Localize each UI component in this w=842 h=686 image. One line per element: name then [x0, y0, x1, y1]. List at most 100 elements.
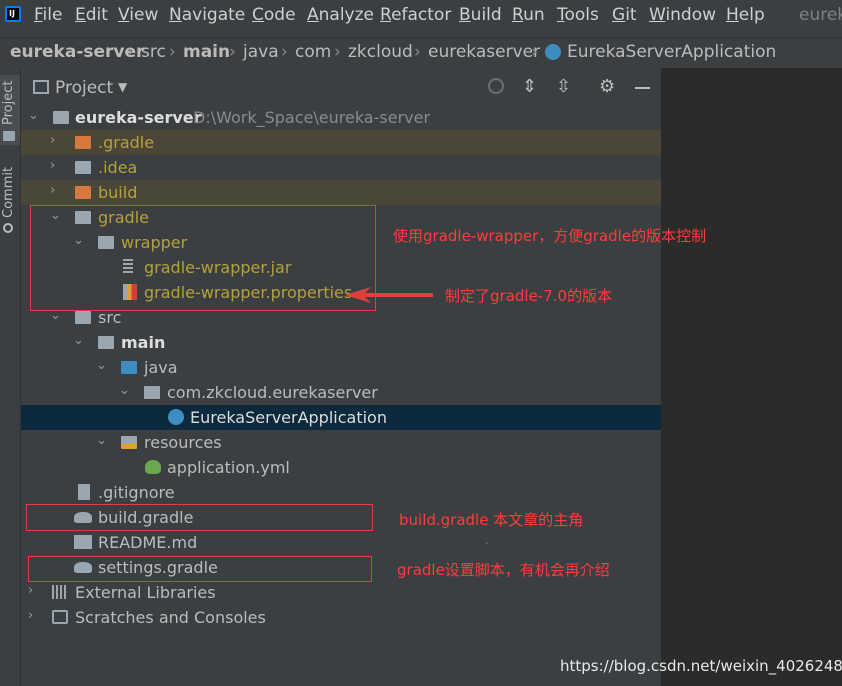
tool-window-strip: [0, 68, 21, 686]
libraries-icon: [52, 585, 68, 599]
tree-item[interactable]: .gitignore: [21, 480, 661, 505]
tree-item[interactable]: ⌄ com.zkcloud.eurekaserver: [21, 380, 661, 405]
tree-item[interactable]: › build: [21, 180, 661, 205]
minimize-icon[interactable]: [635, 87, 650, 89]
annotation-arrow: [345, 287, 433, 303]
menu-view[interactable]: View: [118, 5, 158, 25]
menu-navigate[interactable]: Navigate: [169, 5, 245, 25]
chevron-right-icon[interactable]: ›: [50, 158, 55, 173]
project-tab-label[interactable]: Project: [1, 81, 16, 125]
window-title: eurek: [799, 5, 842, 25]
intellij-logo-icon: IJ: [5, 6, 21, 22]
annotation-settings-note: gradle设置脚本，有机会再介绍: [397, 561, 610, 579]
annotation-version-note: 制定了gradle-7.0的版本: [445, 287, 613, 305]
chevron-right-icon[interactable]: ›: [28, 583, 33, 598]
root-name: eureka-server: [75, 108, 202, 127]
commit-tab-label[interactable]: Commit: [1, 167, 16, 218]
tree-item-label: main: [121, 333, 166, 352]
breadcrumb-separator: ›: [229, 42, 236, 62]
annotation-box-gradle: [30, 205, 376, 311]
tree-item-label: build: [98, 183, 138, 202]
tree-item[interactable]: › .idea: [21, 155, 661, 180]
menu-analyze[interactable]: Analyze: [307, 5, 374, 25]
panel-title[interactable]: Project: [55, 78, 113, 98]
breadcrumb-item-project[interactable]: eureka-server: [10, 42, 144, 62]
tree-item-label: External Libraries: [75, 583, 216, 602]
tree-item-label: application.yml: [167, 458, 290, 477]
chevron-right-icon[interactable]: ›: [28, 608, 33, 623]
menu-code[interactable]: Code: [252, 5, 296, 25]
breadcrumb-item-com[interactable]: com: [295, 42, 331, 62]
folder-icon: [3, 131, 15, 141]
tree-item[interactable]: › Scratches and Consoles: [21, 605, 661, 630]
annotation-box-settings-gradle: [28, 556, 372, 582]
tree-item-label: EurekaServerApplication: [190, 408, 387, 427]
menu-help[interactable]: Help: [726, 5, 765, 25]
gitignore-file-icon: [78, 484, 90, 500]
tree-item[interactable]: ⌄ resources: [21, 430, 661, 455]
breadcrumb-item-zkcloud[interactable]: zkcloud: [348, 42, 413, 62]
chevron-down-icon[interactable]: ⌄: [28, 108, 39, 123]
tree-item-label: .gitignore: [98, 483, 175, 502]
tree-item[interactable]: › .gradle: [21, 130, 661, 155]
chevron-right-icon[interactable]: ›: [50, 133, 55, 148]
tree-item[interactable]: › External Libraries: [21, 580, 661, 605]
breadcrumb-separator: ›: [169, 42, 176, 62]
breadcrumb-item-eurekaserver[interactable]: eurekaserver: [428, 42, 540, 62]
tree-root[interactable]: ⌄ eureka-server D:\Work_Space\eureka-ser…: [21, 105, 661, 130]
spring-class-icon: [168, 409, 184, 425]
gear-icon[interactable]: ⚙: [599, 76, 615, 97]
markdown-file-icon: [74, 535, 92, 549]
chevron-down-icon[interactable]: ⌄: [119, 383, 130, 398]
tree-item-selected[interactable]: EurekaServerApplication: [21, 405, 661, 430]
tree-item[interactable]: ⌄ main: [21, 330, 661, 355]
tree-item-label: com.zkcloud.eurekaserver: [167, 383, 378, 402]
tree-item-label: Scratches and Consoles: [75, 608, 266, 627]
folder-icon: [75, 161, 91, 174]
breadcrumb-item-src[interactable]: src: [141, 42, 166, 62]
breadcrumb-item-java[interactable]: java: [243, 42, 279, 62]
breadcrumb-separator: ›: [414, 42, 421, 62]
breadcrumb-item-class[interactable]: EurekaServerApplication: [567, 42, 776, 62]
menu-edit[interactable]: Edit: [75, 5, 108, 25]
excluded-folder-icon: [75, 186, 91, 199]
chevron-down-icon[interactable]: ⌄: [96, 358, 107, 373]
annotation-build-note: build.gradle 本文章的主角: [399, 511, 584, 529]
menu-refactor[interactable]: Refactor: [380, 5, 451, 25]
tree-item-label: .idea: [98, 158, 138, 177]
menu-git[interactable]: Git: [612, 5, 637, 25]
locate-icon[interactable]: [488, 78, 504, 94]
menu-window[interactable]: Window: [649, 5, 716, 25]
editor-area: [661, 68, 842, 686]
collapse-all-icon[interactable]: ⇳: [556, 76, 571, 97]
chevron-down-icon[interactable]: ⌄: [73, 333, 84, 348]
menu-build[interactable]: Build: [459, 5, 502, 25]
project-view-icon: [33, 80, 49, 94]
breadcrumb-separator: ›: [531, 42, 538, 62]
menu-run[interactable]: Run: [512, 5, 545, 25]
annotation-box-build-gradle: [26, 504, 373, 531]
chevron-down-icon[interactable]: ⌄: [96, 433, 107, 448]
tree-item-label: java: [144, 358, 178, 377]
package-icon: [144, 386, 160, 399]
breadcrumb-item-main[interactable]: main: [183, 42, 230, 62]
tree-item[interactable]: ⌄ java: [21, 355, 661, 380]
root-path: D:\Work_Space\eureka-server: [193, 108, 431, 127]
expand-all-icon[interactable]: ⇕: [522, 76, 537, 97]
spring-config-icon: [145, 460, 161, 474]
tree-item-label: resources: [144, 433, 222, 452]
chevron-right-icon[interactable]: ›: [50, 183, 55, 198]
excluded-folder-icon: [75, 136, 91, 149]
tree-item[interactable]: application.yml: [21, 455, 661, 480]
chevron-down-icon[interactable]: ▼: [118, 80, 127, 94]
annotation-wrapper-note: 使用gradle-wrapper，方便gradle的版本控制: [393, 227, 707, 245]
module-folder-icon: [98, 336, 114, 349]
breadcrumb-separator: ›: [281, 42, 288, 62]
folder-icon: [75, 311, 91, 324]
tree-item[interactable]: README.md: [21, 530, 661, 555]
menu-tools[interactable]: Tools: [557, 5, 599, 25]
menu-file[interactable]: File: [34, 5, 62, 25]
tree-item-label: README.md: [98, 533, 198, 552]
module-folder-icon: [53, 111, 69, 124]
commit-icon: [3, 223, 13, 233]
